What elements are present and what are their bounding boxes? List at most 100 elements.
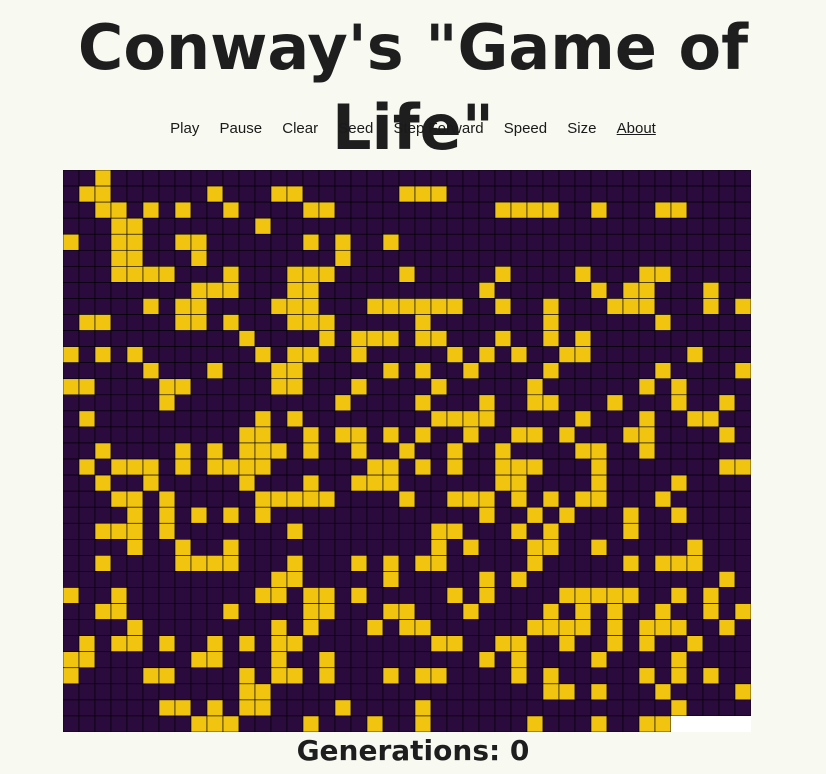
cell-dead[interactable] (622, 266, 640, 283)
cell-dead[interactable] (142, 282, 160, 299)
cell-dead[interactable] (542, 346, 560, 363)
cell-dead[interactable] (350, 249, 368, 267)
cell-alive[interactable] (110, 201, 128, 219)
play-button[interactable]: Play (170, 120, 199, 137)
cell-dead[interactable] (126, 571, 144, 588)
cell-alive[interactable] (94, 442, 112, 460)
cell-dead[interactable] (350, 217, 368, 235)
cell-dead[interactable] (622, 474, 640, 492)
cell-alive[interactable] (94, 201, 112, 219)
cell-dead[interactable] (398, 217, 416, 235)
cell-alive[interactable] (270, 378, 288, 396)
cell-alive[interactable] (94, 474, 112, 492)
cell-dead[interactable] (526, 522, 544, 540)
cell-alive[interactable] (126, 539, 144, 556)
cell-alive[interactable] (63, 651, 80, 669)
cell-dead[interactable] (510, 170, 528, 187)
cell-dead[interactable] (190, 522, 208, 540)
cell-alive[interactable] (382, 330, 400, 347)
cell-dead[interactable] (702, 394, 720, 412)
cell-dead[interactable] (142, 619, 160, 636)
cell-dead[interactable] (606, 266, 624, 283)
cell-dead[interactable] (254, 715, 272, 732)
cell-dead[interactable] (574, 362, 592, 380)
cell-dead[interactable] (94, 394, 112, 412)
cell-alive[interactable] (126, 490, 144, 508)
cell-dead[interactable] (462, 233, 480, 251)
cell-dead[interactable] (622, 233, 640, 251)
cell-dead[interactable] (63, 539, 80, 556)
cell-dead[interactable] (318, 699, 336, 717)
cell-dead[interactable] (302, 170, 320, 187)
cell-alive[interactable] (366, 715, 384, 732)
cell-dead[interactable] (334, 619, 352, 636)
cell-dead[interactable] (158, 201, 176, 219)
cell-dead[interactable] (366, 217, 384, 235)
cell-dead[interactable] (286, 233, 304, 251)
cell-alive[interactable] (414, 715, 432, 732)
cell-dead[interactable] (366, 587, 384, 604)
cell-dead[interactable] (206, 266, 224, 283)
cell-dead[interactable] (510, 619, 528, 636)
cell-dead[interactable] (622, 603, 640, 620)
cell-alive[interactable] (382, 426, 400, 444)
cell-dead[interactable] (78, 282, 96, 299)
cell-alive[interactable] (126, 458, 144, 476)
cell-dead[interactable] (302, 699, 320, 717)
cell-alive[interactable] (670, 699, 688, 717)
cell-dead[interactable] (382, 539, 400, 556)
cell-alive[interactable] (638, 410, 656, 428)
cell-dead[interactable] (366, 185, 384, 203)
cell-dead[interactable] (318, 362, 336, 380)
cell-dead[interactable] (398, 410, 416, 428)
cell-dead[interactable] (158, 587, 176, 604)
cell-dead[interactable] (142, 410, 160, 428)
cell-alive[interactable] (638, 266, 656, 283)
cell-alive[interactable] (238, 699, 256, 717)
cell-dead[interactable] (286, 506, 304, 524)
cell-dead[interactable] (542, 233, 560, 251)
cell-dead[interactable] (590, 233, 608, 251)
cell-dead[interactable] (366, 282, 384, 299)
cell-dead[interactable] (686, 587, 704, 604)
cell-dead[interactable] (142, 522, 160, 540)
cell-dead[interactable] (558, 555, 576, 572)
cell-alive[interactable] (174, 458, 192, 476)
cell-dead[interactable] (494, 490, 512, 508)
cell-dead[interactable] (718, 282, 736, 299)
cell-alive[interactable] (430, 555, 448, 572)
cell-dead[interactable] (142, 170, 160, 187)
cell-dead[interactable] (142, 715, 160, 732)
cell-dead[interactable] (686, 442, 704, 460)
cell-dead[interactable] (494, 651, 512, 669)
cell-dead[interactable] (510, 539, 528, 556)
cell-alive[interactable] (574, 442, 592, 460)
cell-dead[interactable] (494, 185, 512, 203)
cell-dead[interactable] (734, 330, 751, 347)
cell-alive[interactable] (78, 185, 96, 203)
cell-dead[interactable] (414, 651, 432, 669)
cell-dead[interactable] (606, 185, 624, 203)
cell-dead[interactable] (718, 201, 736, 219)
cell-alive[interactable] (414, 330, 432, 347)
cell-alive[interactable] (606, 603, 624, 620)
cell-alive[interactable] (654, 201, 672, 219)
cell-dead[interactable] (686, 330, 704, 347)
cell-alive[interactable] (414, 426, 432, 444)
cell-dead[interactable] (622, 458, 640, 476)
cell-dead[interactable] (638, 587, 656, 604)
cell-dead[interactable] (142, 394, 160, 412)
cell-dead[interactable] (478, 699, 496, 717)
cell-dead[interactable] (142, 426, 160, 444)
cell-dead[interactable] (334, 410, 352, 428)
cell-dead[interactable] (606, 410, 624, 428)
cell-alive[interactable] (542, 330, 560, 347)
cell-dead[interactable] (734, 474, 751, 492)
cell-dead[interactable] (270, 201, 288, 219)
cell-alive[interactable] (238, 635, 256, 653)
cell-dead[interactable] (558, 298, 576, 315)
step-forward-button[interactable]: Step Forward (394, 120, 484, 137)
cell-dead[interactable] (446, 249, 464, 267)
cell-dead[interactable] (270, 458, 288, 476)
cell-alive[interactable] (206, 651, 224, 669)
